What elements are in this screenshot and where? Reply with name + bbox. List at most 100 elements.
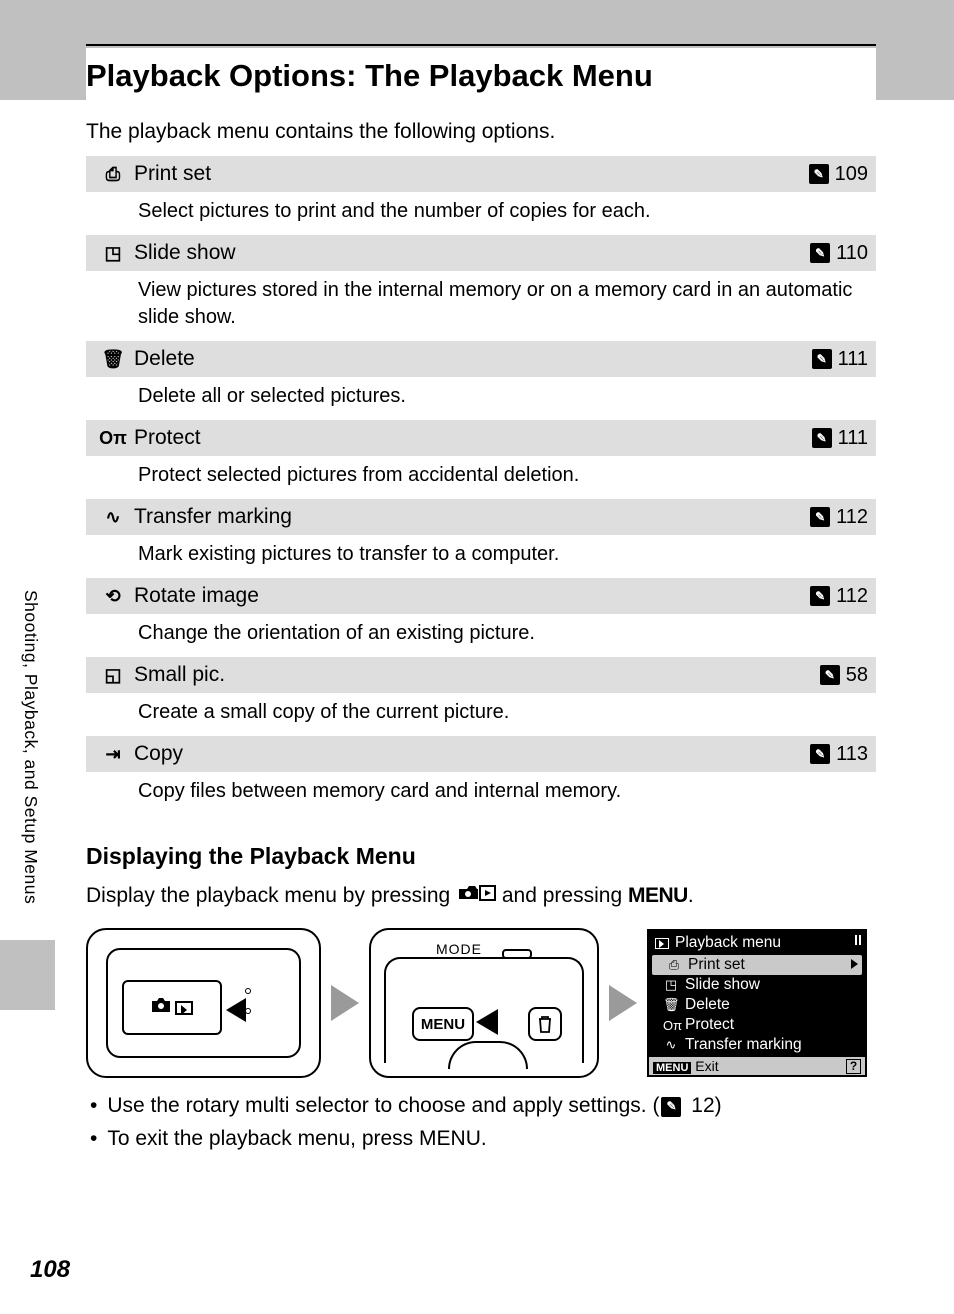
option-icon: ⇥ xyxy=(92,744,134,765)
camera-icon xyxy=(151,997,171,1018)
option-description: Select pictures to print and the number … xyxy=(86,192,876,235)
page-title: Playback Options: The Playback Menu xyxy=(86,48,876,104)
option-icon: ◱ xyxy=(92,665,134,686)
arrow-to-menu-icon xyxy=(476,1009,498,1035)
option-description: Change the orientation of an existing pi… xyxy=(86,614,876,657)
page-number: 108 xyxy=(30,1256,70,1284)
option-row-head: 🗑Delete✎ 111 xyxy=(86,341,876,377)
option-description: Protect selected pictures from accidenta… xyxy=(86,456,876,499)
crossref-icon: ✎ xyxy=(810,243,830,263)
lcd-menu-item: Oπ Protect xyxy=(649,1015,865,1035)
option-row-head: ⇥Copy✎113 xyxy=(86,736,876,772)
camera-lamps xyxy=(245,988,251,1014)
lcd-menu-item: 🗑 Delete xyxy=(649,995,865,1015)
option-name: Copy xyxy=(134,742,810,766)
sequence-arrow-icon xyxy=(331,985,359,1021)
intro-text: The playback menu contains the following… xyxy=(86,120,876,144)
lcd-footer: MENU Exit ? xyxy=(649,1057,865,1075)
bullet-ref-number: 12 xyxy=(685,1094,714,1117)
bullet-item: Use the rotary multi selector to choose … xyxy=(90,1090,876,1123)
arrow-to-button-icon xyxy=(226,998,246,1022)
option-page-ref: ✎58 xyxy=(820,664,868,687)
lcd-item-icon: ◳ xyxy=(663,977,679,993)
option-ref-number: 109 xyxy=(835,163,868,186)
option-icon: ∿ xyxy=(92,507,134,528)
side-indicator xyxy=(0,940,55,1010)
lcd-item-label: Slide show xyxy=(685,976,760,994)
option-page-ref: ✎ 112 xyxy=(810,585,868,608)
lcd-menu-item: ∿Transfer marking xyxy=(649,1035,865,1055)
menu-word-icon: MENU xyxy=(419,1127,481,1150)
menu-button-icon: MENU xyxy=(412,1007,474,1041)
option-name: Delete xyxy=(134,347,812,371)
menu-chip-icon: MENU xyxy=(653,1062,691,1074)
option-description: Mark existing pictures to transfer to a … xyxy=(86,535,876,578)
lcd-item-icon: ⎙ xyxy=(666,957,682,973)
option-page-ref: ✎ 111 xyxy=(812,348,868,371)
instruction-mid: and pressing xyxy=(502,884,628,907)
crossref-icon: ✎ xyxy=(812,428,832,448)
option-row-head: OπProtect✎ 111 xyxy=(86,420,876,456)
page-content: Playback Options: The Playback Menu The … xyxy=(86,44,876,1155)
option-ref-number: 110 xyxy=(836,242,868,265)
option-row-head: ⟲Rotate image✎112 xyxy=(86,578,876,614)
lcd-item-label: Delete xyxy=(685,996,730,1014)
option-icon: ⟲ xyxy=(92,586,134,607)
option-icon: ⎙ xyxy=(92,164,134,185)
option-ref-number: 113 xyxy=(836,743,868,766)
option-icon: 🗑 xyxy=(92,349,134,370)
camera-back-screen xyxy=(122,980,222,1035)
option-page-ref: ✎109 xyxy=(809,163,868,186)
subheading: Displaying the Playback Menu xyxy=(86,843,876,870)
option-name: Print set xyxy=(134,162,809,186)
option-ref-number: 111 xyxy=(838,348,868,371)
title-rule xyxy=(86,44,876,46)
option-row-head: ◳Slide show✎ 110 xyxy=(86,235,876,271)
lcd-title-bar: Playback menu xyxy=(649,931,865,955)
option-row-head: ◱Small pic.✎58 xyxy=(86,657,876,693)
lcd-item-label: Print set xyxy=(688,956,745,974)
crossref-icon: ✎ xyxy=(810,586,830,606)
option-icon: ◳ xyxy=(92,243,134,264)
lcd-item-icon: 🗑 xyxy=(663,997,679,1013)
lcd-playback-menu: Playback menu ⎙ Print set ◳ Slide show 🗑 Dele… xyxy=(647,929,867,1077)
side-tab-label: Shooting, Playback, and Setup Menus xyxy=(20,590,41,904)
option-page-ref: ✎ 111 xyxy=(812,427,868,450)
bullet-item: To exit the playback menu, press MENU. xyxy=(90,1123,876,1156)
option-row-head: ∿Transfer marking✎112 xyxy=(86,499,876,535)
option-description: Create a small copy of the current pictu… xyxy=(86,693,876,736)
option-description: View pictures stored in the internal mem… xyxy=(86,271,876,341)
option-ref-number: 112 xyxy=(836,506,868,529)
play-icon xyxy=(175,1001,193,1015)
options-table: ⎙Print set✎109Select pictures to print a… xyxy=(86,156,876,815)
option-name: Slide show xyxy=(134,241,810,265)
lcd-item-icon: Oπ xyxy=(663,1018,679,1033)
selector-dial-icon xyxy=(448,1041,528,1069)
help-icon: ? xyxy=(846,1059,861,1074)
option-row-head: ⎙Print set✎109 xyxy=(86,156,876,192)
diagram-camera-back xyxy=(86,928,321,1078)
crossref-icon: ✎ xyxy=(661,1097,681,1117)
diagram-row: MODE MENU Playback menu ⎙Print set◳Sli xyxy=(86,928,876,1078)
option-description: Delete all or selected pictures. xyxy=(86,377,876,420)
lcd-item-icon: ∿ xyxy=(663,1037,679,1053)
crossref-icon: ✎ xyxy=(820,665,840,685)
option-name: Protect xyxy=(134,426,812,450)
option-name: Transfer marking xyxy=(134,505,810,529)
crossref-icon: ✎ xyxy=(812,349,832,369)
lcd-title-text: Playback menu xyxy=(675,934,781,952)
lcd-item-label: Protect xyxy=(685,1016,734,1034)
option-page-ref: ✎112 xyxy=(810,506,868,529)
diagram-camera-top: MODE MENU xyxy=(369,928,599,1078)
trash-button-icon xyxy=(528,1007,562,1041)
option-ref-number: 112 xyxy=(836,585,868,608)
sequence-arrow-icon xyxy=(609,985,637,1021)
option-icon: Oπ xyxy=(92,428,134,449)
lcd-menu-item: ⎙ Print set xyxy=(652,955,862,975)
option-page-ref: ✎ 110 xyxy=(810,242,868,265)
option-ref-number: 111 xyxy=(838,427,868,450)
bullet-list: Use the rotary multi selector to choose … xyxy=(86,1090,876,1155)
play-icon xyxy=(655,938,669,949)
option-name: Small pic. xyxy=(134,663,820,687)
menu-word-icon: MENU xyxy=(628,884,688,907)
